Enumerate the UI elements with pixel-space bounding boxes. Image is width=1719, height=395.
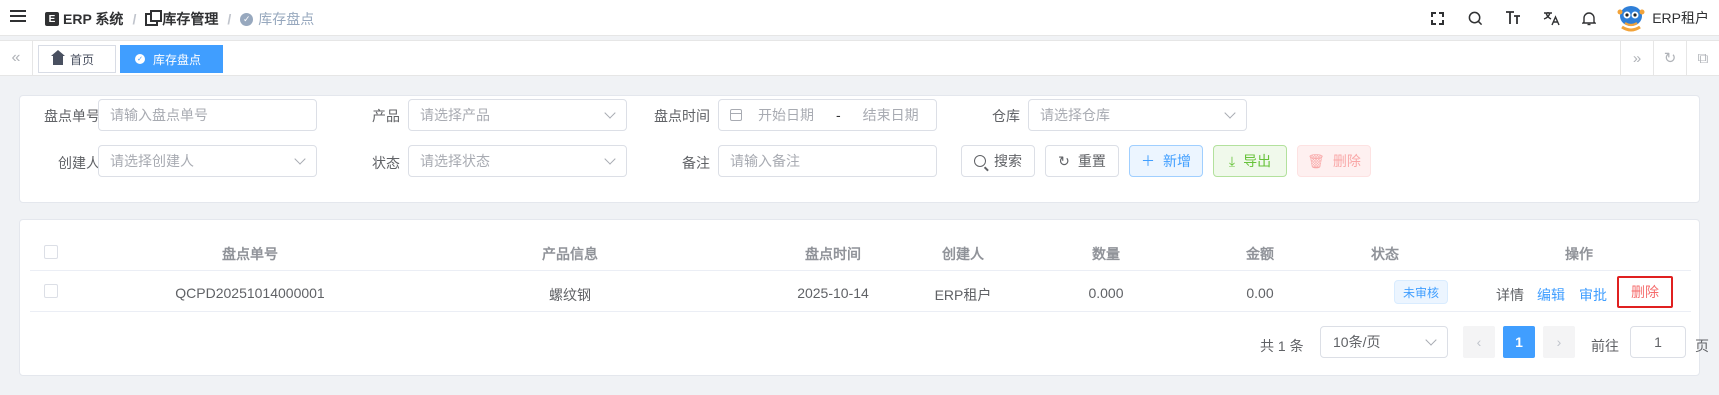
font-size-icon[interactable] <box>1494 11 1532 25</box>
pagination-total: 共 1 条 <box>1260 338 1304 354</box>
breadcrumb-separator: / <box>132 11 137 27</box>
row-delete-link[interactable]: 删除 <box>1617 276 1673 308</box>
breadcrumb-item-erp[interactable]: E ERP 系统 <box>45 9 123 29</box>
time-label: 盘点时间 <box>654 108 710 124</box>
page-number-current[interactable]: 1 <box>1503 326 1535 358</box>
detail-link[interactable]: 详情 <box>1496 285 1524 305</box>
tab-stock-check[interactable]: ✓ 库存盘点 <box>120 45 223 73</box>
page-suffix: 页 <box>1695 338 1709 354</box>
batch-delete-button[interactable]: 🗑 删除 <box>1297 145 1371 177</box>
home-icon <box>51 49 65 65</box>
plus-icon: ＋ <box>1141 153 1155 169</box>
scroll-right-icon[interactable]: » <box>1620 41 1653 75</box>
column-header-product: 产品信息 <box>542 246 598 262</box>
breadcrumb-item-inventory[interactable]: 库存管理 <box>145 9 218 29</box>
breadcrumb: E ERP 系统 / 库存管理 / ✓ 库存盘点 <box>45 9 314 29</box>
calendar-icon <box>730 109 742 121</box>
refresh-icon: ↻ <box>1058 152 1070 169</box>
scroll-left-icon[interactable]: « <box>0 41 33 75</box>
status-select[interactable]: 请选择状态 <box>408 145 627 177</box>
prev-page-button[interactable]: ‹ <box>1463 326 1495 358</box>
top-navbar: E ERP 系统 / 库存管理 / ✓ 库存盘点 ERP租户 <box>0 0 1719 36</box>
breadcrumb-separator: / <box>227 11 232 27</box>
remark-input[interactable]: 请输入备注 <box>718 145 937 177</box>
chevron-down-icon <box>604 153 616 165</box>
inventory-icon <box>145 9 163 26</box>
tab-home[interactable]: 首页 <box>38 45 116 73</box>
warehouse-label: 仓库 <box>992 108 1020 124</box>
chevron-down-icon <box>1224 107 1236 119</box>
avatar[interactable] <box>1614 3 1648 33</box>
status-badge: 未审核 <box>1394 280 1449 304</box>
order-no-label: 盘点单号 <box>44 108 100 124</box>
order-no-input[interactable]: 请输入盘点单号 <box>98 99 317 131</box>
date-range-picker[interactable]: 开始日期 - 结束日期 <box>718 99 937 131</box>
erp-logo-icon: E <box>45 12 59 26</box>
refresh-icon[interactable]: ↻ <box>1653 41 1686 75</box>
bell-icon[interactable] <box>1570 11 1608 26</box>
search-icon <box>974 155 986 167</box>
row-checkbox[interactable] <box>44 284 58 298</box>
search-form-card: 盘点单号 请输入盘点单号 产品 请选择产品 盘点时间 开始日期 - 结束日期 仓… <box>19 95 1700 203</box>
chevron-down-icon <box>294 153 306 165</box>
cell-order-no: QCPD20251014000001 <box>175 285 325 301</box>
row-divider <box>30 311 1691 312</box>
column-header-quantity: 数量 <box>1092 246 1120 262</box>
product-select[interactable]: 请选择产品 <box>408 99 627 131</box>
status-label: 状态 <box>372 155 400 171</box>
tags-tools: » ↻ ⧉ <box>1620 41 1719 75</box>
search-button[interactable]: 搜索 <box>961 145 1035 177</box>
header-divider <box>30 270 1691 271</box>
check-circle-icon: ✓ <box>135 54 145 64</box>
column-header-amount: 金额 <box>1246 246 1274 262</box>
creator-select[interactable]: 请选择创建人 <box>98 145 317 177</box>
chevron-down-icon <box>604 107 616 119</box>
table-card: 盘点单号 产品信息 盘点时间 创建人 数量 金额 状态 操作 QCPD20251… <box>19 219 1709 376</box>
fullscreen-icon[interactable] <box>1418 11 1456 25</box>
warehouse-select[interactable]: 请选择仓库 <box>1028 99 1247 131</box>
page-size-select[interactable]: 10条/页 <box>1320 326 1448 358</box>
column-header-order-no: 盘点单号 <box>222 246 278 262</box>
search-icon[interactable] <box>1456 11 1494 26</box>
translate-icon[interactable] <box>1532 11 1570 26</box>
cell-time: 2025-10-14 <box>797 285 869 301</box>
trash-icon: 🗑 <box>1307 152 1325 169</box>
column-header-time: 盘点时间 <box>805 246 861 262</box>
cell-amount: 0.00 <box>1246 285 1274 301</box>
more-icon[interactable]: ⧉ <box>1686 41 1719 75</box>
column-header-actions: 操作 <box>1565 246 1593 262</box>
approve-link[interactable]: 审批 <box>1579 285 1607 305</box>
reset-button[interactable]: ↻ 重置 <box>1045 145 1119 177</box>
navbar-tools: ERP租户 <box>1418 0 1719 36</box>
next-page-button[interactable]: › <box>1543 326 1575 358</box>
product-label: 产品 <box>372 108 400 124</box>
cell-creator: ERP租户 <box>934 287 992 303</box>
chevron-down-icon <box>1425 334 1437 346</box>
column-header-status: 状态 <box>1371 246 1399 262</box>
select-all-checkbox[interactable] <box>44 245 58 259</box>
goto-page-input[interactable]: 1 <box>1630 326 1686 358</box>
breadcrumb-item-stock-check: ✓ 库存盘点 <box>240 9 314 29</box>
add-button[interactable]: ＋ 新增 <box>1129 145 1203 177</box>
column-header-creator: 创建人 <box>942 246 984 262</box>
remark-label: 备注 <box>682 155 710 171</box>
cell-product: 螺纹钢 <box>549 287 591 303</box>
download-icon: ⤓ <box>1228 152 1236 169</box>
hamburger-icon[interactable] <box>10 10 26 24</box>
cell-quantity: 0.000 <box>1088 285 1124 301</box>
edit-link[interactable]: 编辑 <box>1537 285 1565 305</box>
creator-label: 创建人 <box>58 155 100 171</box>
goto-label: 前往 <box>1591 338 1619 354</box>
export-button[interactable]: ⤓ 导出 <box>1213 145 1287 177</box>
user-name[interactable]: ERP租户 <box>1652 8 1709 28</box>
tags-view-bar: « 首页 ✓ 库存盘点 » ↻ ⧉ <box>0 40 1719 76</box>
check-circle-icon: ✓ <box>240 12 254 26</box>
